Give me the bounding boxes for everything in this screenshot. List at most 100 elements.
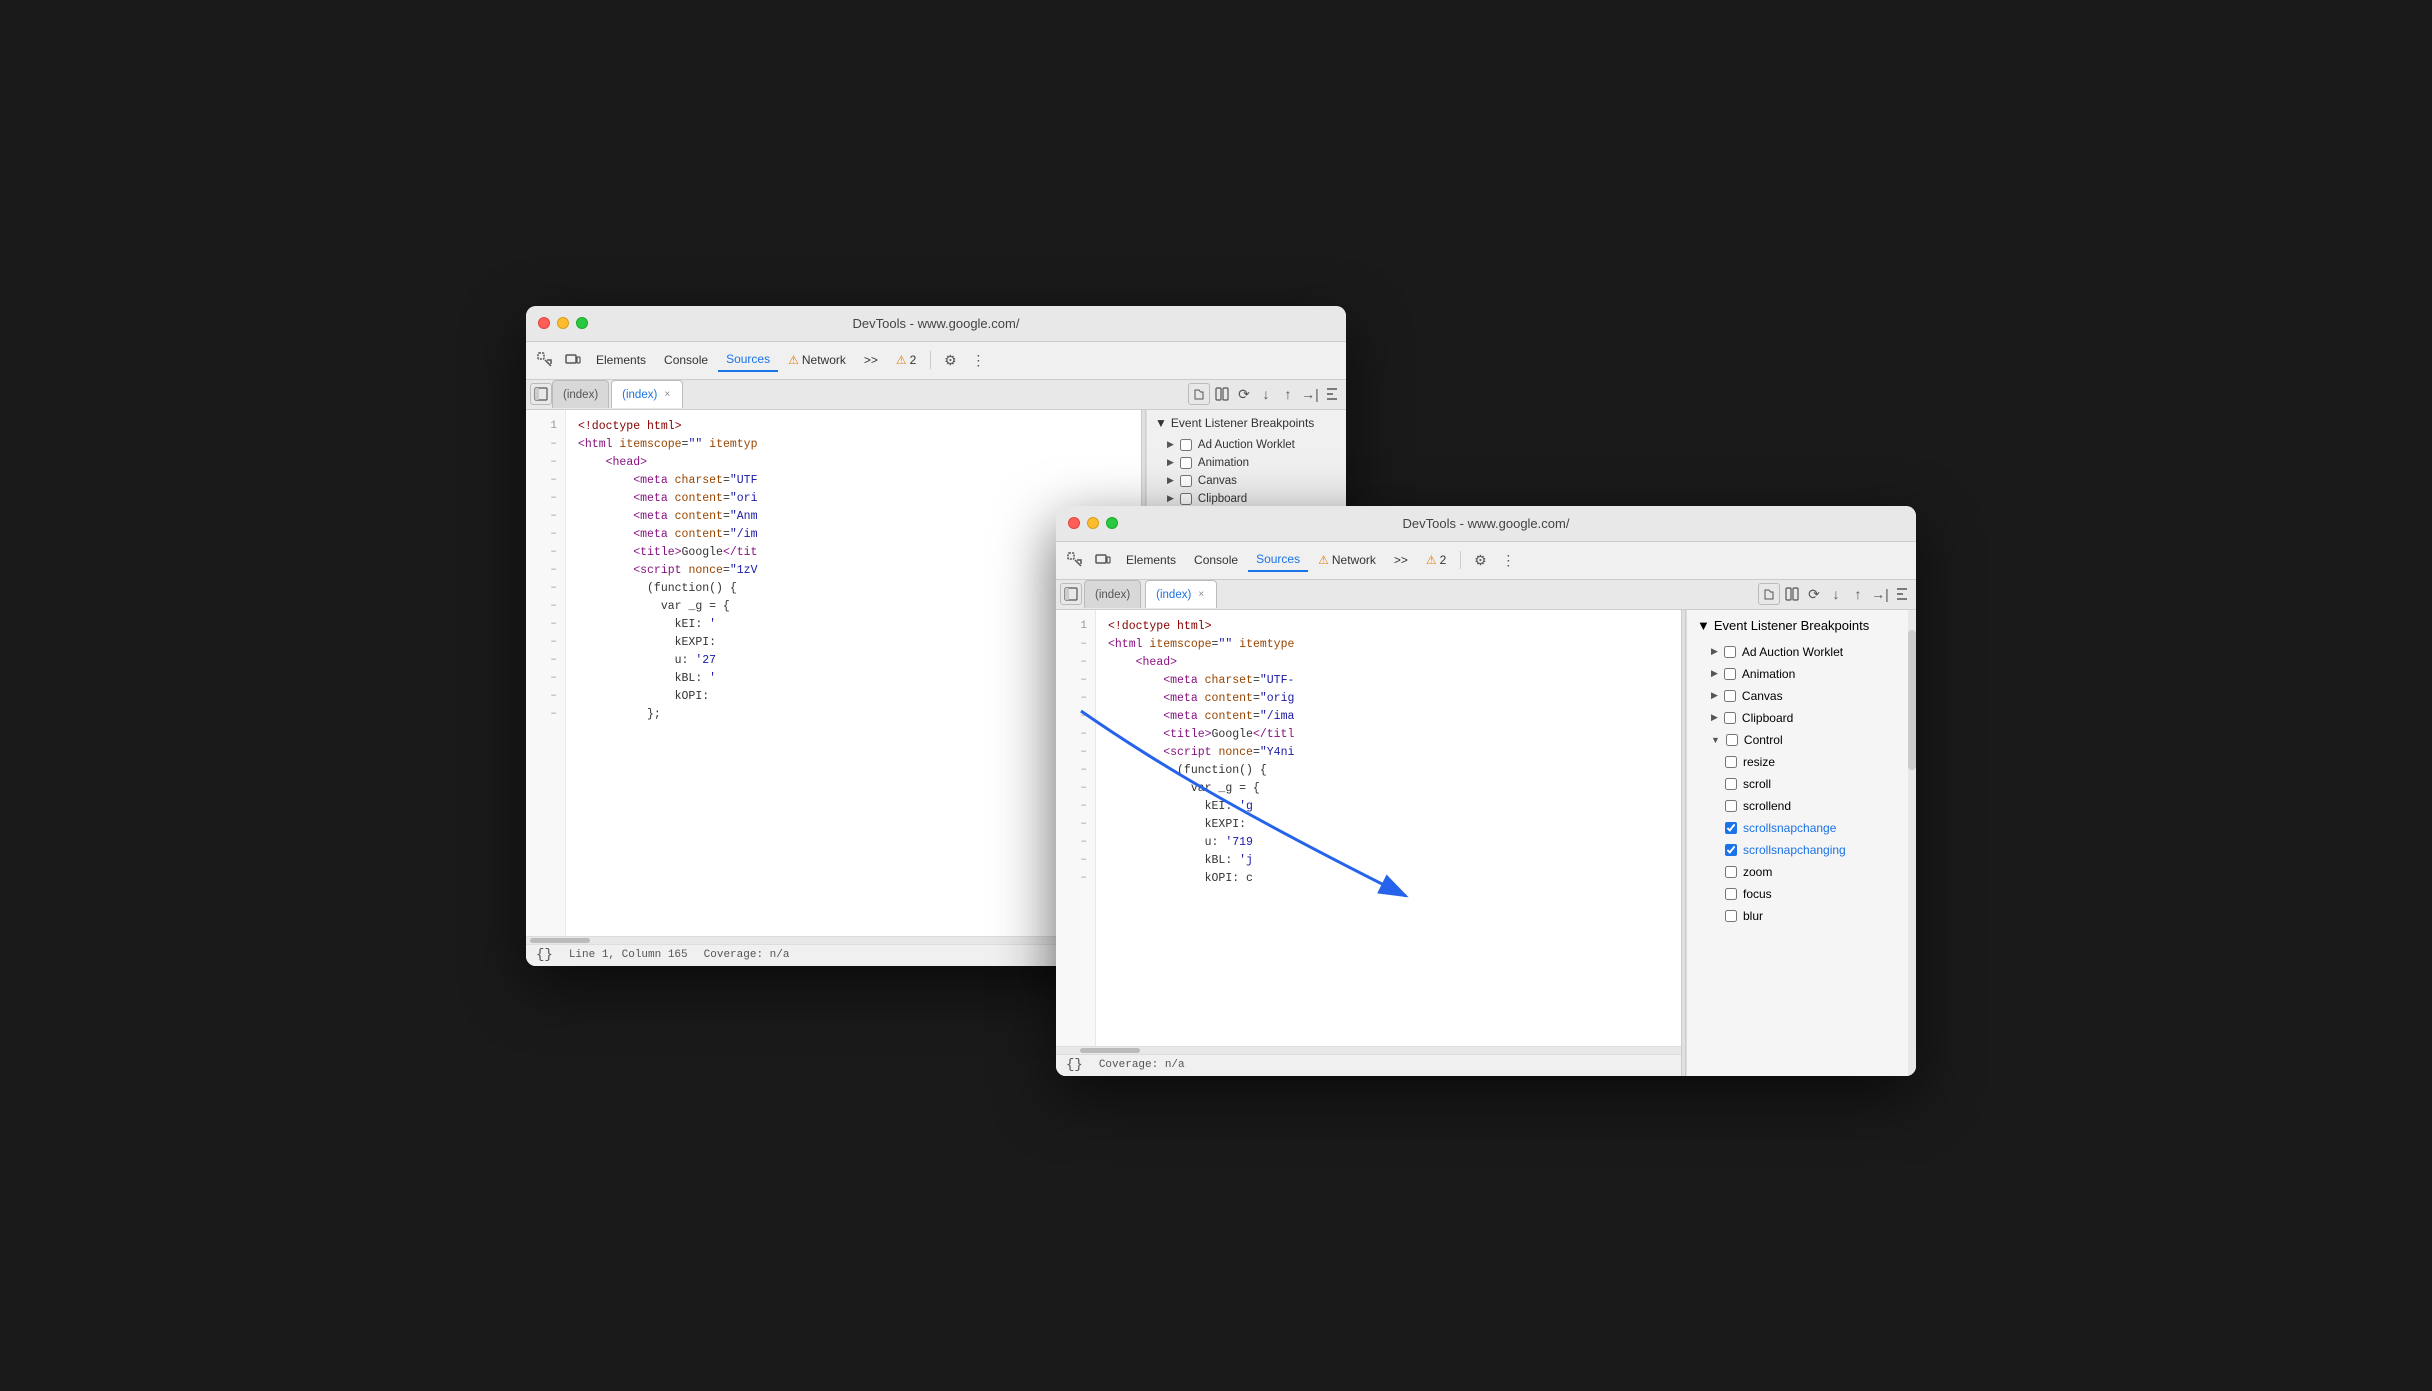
bp-checkbox-ad[interactable] <box>1180 439 1192 451</box>
tab-more-2[interactable]: >> <box>1386 549 1416 571</box>
tab-network-1[interactable]: ⚠ Network <box>780 349 854 371</box>
step-out-icon-2[interactable]: ↑ <box>1848 584 1868 604</box>
bp-checkbox-resize-2[interactable] <box>1725 756 1737 768</box>
line-numbers-2: 1 – – – – – – – – – – – – – – <box>1056 610 1096 1046</box>
bp-checkbox-anim-2[interactable] <box>1724 668 1736 680</box>
bp-checkbox-scrollsnapchange-2[interactable] <box>1725 822 1737 834</box>
device-icon-2[interactable] <box>1090 547 1116 573</box>
close-button-1[interactable] <box>538 317 550 329</box>
tab-elements-1[interactable]: Elements <box>588 349 654 371</box>
code-line: <meta content="ori <box>578 490 1129 508</box>
collapse-arrow-icon: ▼ <box>1155 416 1167 430</box>
step-over-icon-2[interactable]: ⟳ <box>1804 584 1824 604</box>
open-file-btn[interactable] <box>1188 383 1210 405</box>
tab-warnings-1[interactable]: ⚠ 2 <box>888 349 924 371</box>
bp-checkbox-scrollsnapchanging-2[interactable] <box>1725 844 1737 856</box>
tab-elements-2[interactable]: Elements <box>1118 549 1184 571</box>
expand-arrow-icon-2b: ▶ <box>1711 668 1718 679</box>
tab-sources-2[interactable]: Sources <box>1248 548 1308 572</box>
settings-icon-2[interactable]: ⚙ <box>1467 547 1493 573</box>
step-over-icon[interactable]: ⟳ <box>1234 384 1254 404</box>
bp-checkbox-ad-2[interactable] <box>1724 646 1736 658</box>
main-toolbar-1: Elements Console Sources ⚠ Network >> ⚠ … <box>526 342 1346 380</box>
v-scrollbar-thumb-2 <box>1908 630 1916 770</box>
deactivate-icon-2[interactable] <box>1892 584 1912 604</box>
step-into-icon[interactable]: ↓ <box>1256 384 1276 404</box>
v-scrollbar-2[interactable] <box>1908 610 1916 1076</box>
code-line: <html itemscope="" itemtype <box>1108 636 1669 654</box>
coverage-info-2: Coverage: n/a <box>1099 1059 1185 1071</box>
bp-checkbox-focus-2[interactable] <box>1725 888 1737 900</box>
tab-warnings-2[interactable]: ⚠ 2 <box>1418 549 1454 571</box>
columns-icon-2[interactable] <box>1782 584 1802 604</box>
file-tab-index-inactive-2[interactable]: (index) <box>1084 580 1141 608</box>
continue-icon-2[interactable]: →| <box>1870 584 1890 604</box>
tab-close-1[interactable]: × <box>662 388 672 401</box>
tab-sources-1[interactable]: Sources <box>718 348 778 372</box>
bp-checkbox-scroll-2[interactable] <box>1725 778 1737 790</box>
menu-icon-2[interactable]: ⋮ <box>1495 547 1521 573</box>
inspect-icon-2[interactable] <box>1062 547 1088 573</box>
code-line: kOPI: <box>578 688 1129 706</box>
minimize-button-1[interactable] <box>557 317 569 329</box>
bp-item-ad-2: ▶ Ad Auction Worklet <box>1687 641 1916 663</box>
close-button-2[interactable] <box>1068 517 1080 529</box>
bp-item-ad: ▶ Ad Auction Worklet <box>1147 436 1346 454</box>
settings-icon-1[interactable]: ⚙ <box>937 347 963 373</box>
bp-item-scrollsnapchange-2: scrollsnapchange <box>1687 817 1916 839</box>
code-line: <meta charset="UTF- <box>1108 672 1669 690</box>
curly-braces-icon-1: {} <box>536 947 553 963</box>
bp-checkbox-anim[interactable] <box>1180 457 1192 469</box>
maximize-button-2[interactable] <box>1106 517 1118 529</box>
deactivate-icon[interactable] <box>1322 384 1342 404</box>
bp-checkbox-blur-2[interactable] <box>1725 910 1737 922</box>
bp-section-header-1[interactable]: ▼ Event Listener Breakpoints <box>1147 410 1346 436</box>
bp-checkbox-scrollend-2[interactable] <box>1725 800 1737 812</box>
bp-checkbox-zoom-2[interactable] <box>1725 866 1737 878</box>
tab-console-1[interactable]: Console <box>656 349 716 371</box>
code-line: kEXPI: <box>578 634 1129 652</box>
bp-checkbox-clipboard[interactable] <box>1180 493 1192 505</box>
file-tab-index-active[interactable]: (index) × <box>611 380 683 408</box>
code-content-1: <!doctype html> <html itemscope="" itemt… <box>566 410 1141 936</box>
window-title-2: DevTools - www.google.com/ <box>1403 516 1570 531</box>
code-line: var _g = { <box>1108 780 1669 798</box>
minimize-button-2[interactable] <box>1087 517 1099 529</box>
sidebar-toggle-2[interactable] <box>1060 583 1082 605</box>
device-icon[interactable] <box>560 347 586 373</box>
menu-icon-1[interactable]: ⋮ <box>965 347 991 373</box>
bp-item-clipboard-2: ▶ Clipboard <box>1687 707 1916 729</box>
continue-icon[interactable]: →| <box>1300 384 1320 404</box>
tab-close-2[interactable]: × <box>1196 588 1206 601</box>
code-line: <head> <box>578 454 1129 472</box>
tab-network-2[interactable]: ⚠ Network <box>1310 549 1384 571</box>
file-tab-index-inactive[interactable]: (index) <box>552 380 609 408</box>
expand-arrow-icon-2d: ▶ <box>1711 712 1718 723</box>
tab-more-1[interactable]: >> <box>856 349 886 371</box>
bp-item-scrollsnapchanging-2: scrollsnapchanging <box>1687 839 1916 861</box>
file-tab-index-active-2[interactable]: (index) × <box>1145 580 1217 608</box>
expand-arrow-icon: ▶ <box>1167 493 1174 504</box>
status-bar-1: {} Line 1, Column 165 Coverage: n/a <box>526 944 1141 966</box>
expand-arrow-icon-2e: ▼ <box>1711 735 1720 745</box>
inspect-icon[interactable] <box>532 347 558 373</box>
bp-checkbox-clipboard-2[interactable] <box>1724 712 1736 724</box>
titlebar-2: DevTools - www.google.com/ <box>1056 506 1916 542</box>
maximize-button-1[interactable] <box>576 317 588 329</box>
curly-braces-icon-2: {} <box>1066 1057 1083 1073</box>
bp-checkbox-canvas-2[interactable] <box>1724 690 1736 702</box>
traffic-lights-1 <box>538 317 588 329</box>
tab-console-2[interactable]: Console <box>1186 549 1246 571</box>
code-line: <meta content="Anm <box>578 508 1129 526</box>
bp-checkbox-canvas[interactable] <box>1180 475 1192 487</box>
code-line: <html itemscope="" itemtyp <box>578 436 1129 454</box>
collapse-arrow-icon-2: ▼ <box>1697 618 1710 633</box>
step-into-icon-2[interactable]: ↓ <box>1826 584 1846 604</box>
step-out-icon[interactable]: ↑ <box>1278 384 1298 404</box>
bp-checkbox-control-2[interactable] <box>1726 734 1738 746</box>
bp-section-header-2[interactable]: ▼ Event Listener Breakpoints <box>1687 610 1916 641</box>
columns-icon[interactable] <box>1212 384 1232 404</box>
open-file-btn-2[interactable] <box>1758 583 1780 605</box>
code-line: <title>Google</titl <box>1108 726 1669 744</box>
sidebar-toggle-1[interactable] <box>530 383 552 405</box>
